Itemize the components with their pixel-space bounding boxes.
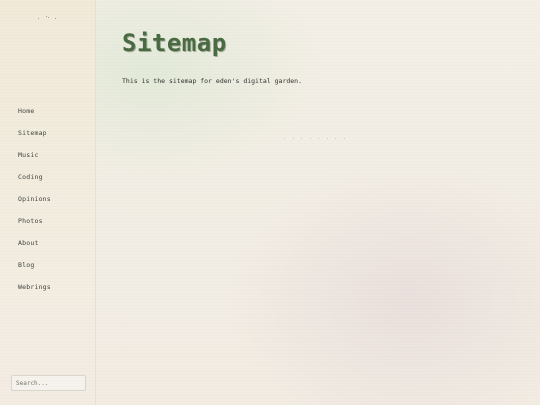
sidebar-item-opinions[interactable]: Opinions [18, 192, 51, 214]
search-input[interactable] [11, 375, 86, 391]
sidebar-item-photos[interactable]: Photos [18, 214, 51, 236]
page-title: Sitemap [122, 29, 227, 57]
sidebar-item-blog[interactable]: Blog [18, 258, 51, 280]
intro-text: This is the sitemap for eden's digital g… [122, 77, 303, 85]
sidebar-item-webrings[interactable]: Webrings [18, 280, 51, 302]
site-logo[interactable] [36, 14, 60, 22]
sidebar-item-home[interactable]: Home [18, 104, 51, 126]
sidebar-item-sitemap[interactable]: Sitemap [18, 126, 51, 148]
sidebar-item-coding[interactable]: Coding [18, 170, 51, 192]
sidebar-item-music[interactable]: Music [18, 148, 51, 170]
sidebar-nav: Home Sitemap Music Coding Opinions Photo… [18, 104, 51, 302]
main-content: Sitemap This is the sitemap for eden's d… [96, 0, 540, 405]
sidebar: Home Sitemap Music Coding Opinions Photo… [0, 0, 96, 405]
decorative-dots [284, 138, 354, 142]
sidebar-item-about[interactable]: About [18, 236, 51, 258]
